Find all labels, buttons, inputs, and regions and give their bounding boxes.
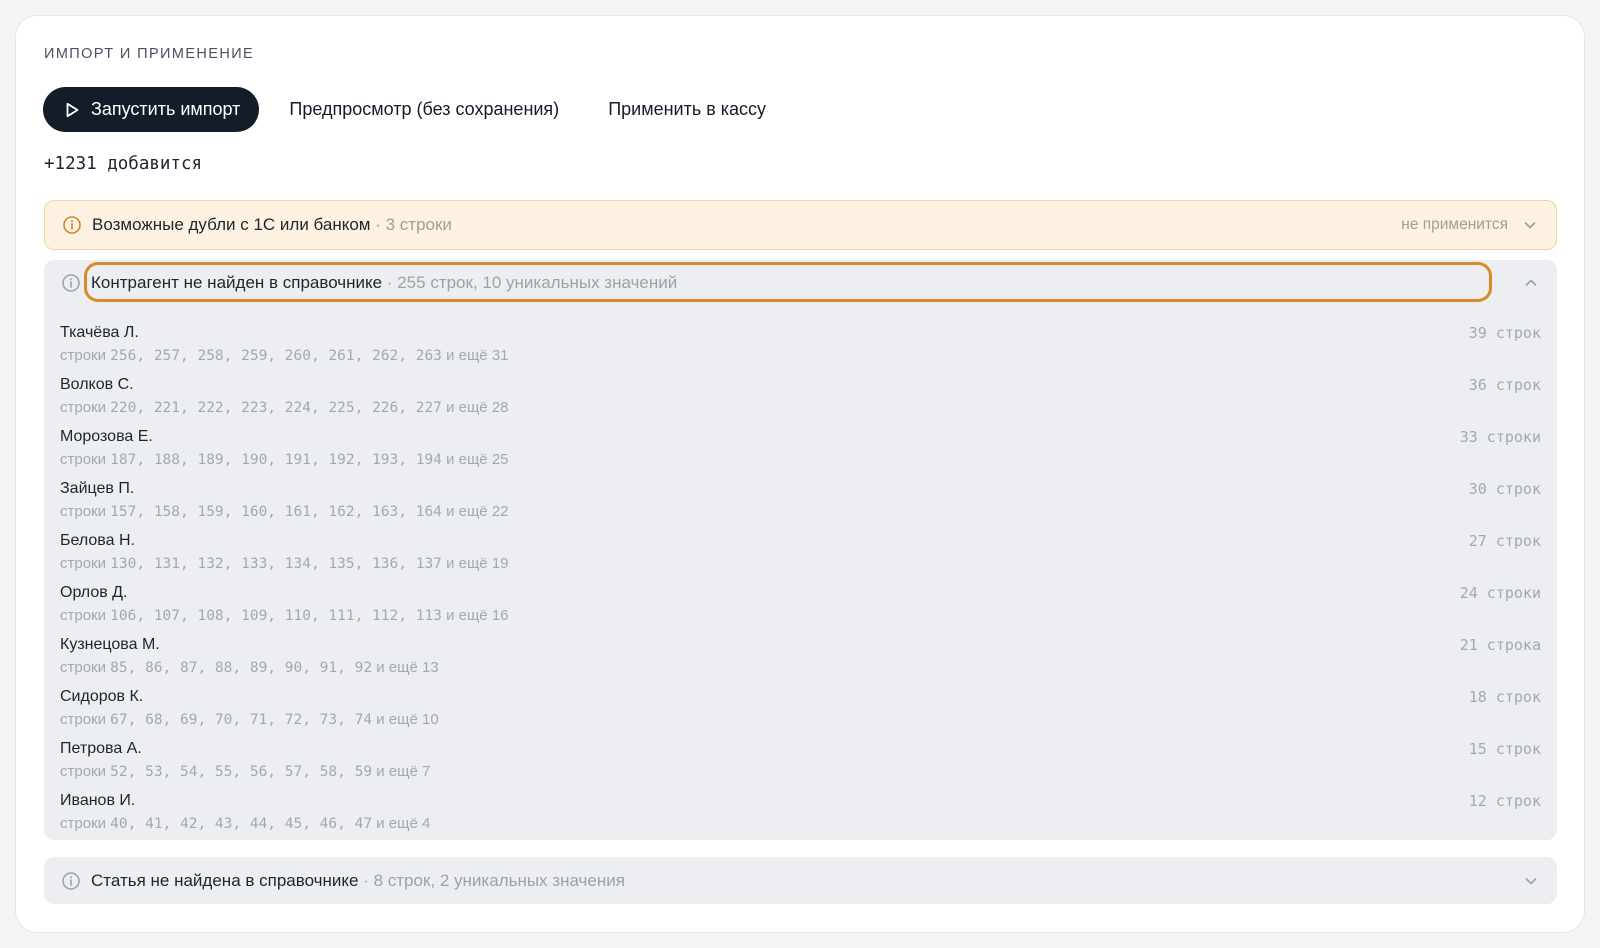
duplicates-group[interactable]: Возможные дубли с 1С или банком · 3 стро…	[44, 200, 1557, 250]
info-icon	[61, 871, 81, 891]
duplicates-group-title: Возможные дубли с 1С или банком · 3 стро…	[92, 215, 452, 234]
counterparty-name: Волков С.	[60, 376, 134, 393]
counterparty-group: Контрагент не найден в справочнике · 255…	[44, 260, 1557, 840]
counterparty-name: Белова Н.	[60, 532, 135, 549]
row-count: 24 строки	[1459, 584, 1541, 602]
duplicates-group-meta: · 3 строки	[370, 215, 452, 234]
counterparty-rows: Ткачёва Л. строки 256, 257, 258, 259, 26…	[44, 324, 1557, 844]
counterparty-name: Кузнецова М.	[60, 636, 160, 653]
counterparty-name: Орлов Д.	[60, 584, 128, 601]
counterparty-name: Зайцев П.	[60, 480, 135, 497]
row-references: строки 187, 188, 189, 190, 191, 192, 193…	[60, 451, 509, 468]
list-item: Орлов Д. строки 106, 107, 108, 109, 110,…	[44, 584, 1557, 636]
duplicates-status: не применится	[1401, 216, 1508, 233]
duplicates-group-header[interactable]: Возможные дубли с 1С или банком · 3 стро…	[45, 201, 1556, 249]
counterparty-name: Петрова А.	[60, 740, 142, 757]
counterparty-name: Иванов И.	[60, 792, 136, 809]
row-references: строки 67, 68, 69, 70, 71, 72, 73, 74 и …	[60, 711, 439, 728]
import-card: ИМПОРТ И ПРИМЕНЕНИЕ Запустить импорт Пре…	[15, 15, 1585, 933]
preview-button[interactable]: Предпросмотр (без сохранения)	[289, 99, 559, 120]
list-item: Волков С. строки 220, 221, 222, 223, 224…	[44, 376, 1557, 428]
toolbar: Запустить импорт Предпросмотр (без сохра…	[43, 87, 766, 132]
section-title: ИМПОРТ И ПРИМЕНЕНИЕ	[44, 46, 255, 62]
warning-info-icon	[62, 215, 82, 235]
info-icon	[61, 273, 81, 293]
run-import-label: Запустить импорт	[91, 99, 241, 119]
row-references: строки 157, 158, 159, 160, 161, 162, 163…	[60, 503, 509, 520]
row-references: строки 85, 86, 87, 88, 89, 90, 91, 92 и …	[60, 659, 439, 676]
row-references: строки 256, 257, 258, 259, 260, 261, 262…	[60, 347, 509, 364]
row-references: строки 40, 41, 42, 43, 44, 45, 46, 47 и …	[60, 815, 431, 832]
chevron-up-icon[interactable]	[1523, 275, 1539, 291]
article-group-title: Статья не найдена в справочнике · 8 стро…	[91, 870, 625, 890]
import-summary: +1231 добавится	[44, 154, 203, 174]
list-item: Белова Н. строки 130, 131, 132, 133, 134…	[44, 532, 1557, 584]
row-count: 15 строк	[1468, 740, 1541, 758]
article-group[interactable]: Статья не найдена в справочнике · 8 стро…	[44, 857, 1557, 904]
list-item: Морозова Е. строки 187, 188, 189, 190, 1…	[44, 428, 1557, 480]
list-item: Кузнецова М. строки 85, 86, 87, 88, 89, …	[44, 636, 1557, 688]
row-references: строки 106, 107, 108, 109, 110, 111, 112…	[60, 607, 509, 624]
row-count: 12 строк	[1468, 792, 1541, 810]
play-icon	[63, 101, 81, 119]
counterparty-group-meta: · 255 строк, 10 уникальных значений	[382, 273, 678, 292]
article-group-meta: · 8 строк, 2 уникальных значения	[358, 870, 625, 890]
chevron-down-icon[interactable]	[1523, 873, 1539, 889]
counterparty-name: Морозова Е.	[60, 428, 153, 445]
row-count: 18 строк	[1468, 688, 1541, 706]
row-count: 39 строк	[1468, 324, 1541, 342]
row-references: строки 130, 131, 132, 133, 134, 135, 136…	[60, 555, 509, 572]
list-item: Сидоров К. строки 67, 68, 69, 70, 71, 72…	[44, 688, 1557, 740]
list-item: Зайцев П. строки 157, 158, 159, 160, 161…	[44, 480, 1557, 532]
row-count: 21 строка	[1459, 636, 1541, 654]
article-group-header[interactable]: Статья не найдена в справочнике · 8 стро…	[44, 857, 1557, 904]
counterparty-group-title: Контрагент не найден в справочнике · 255…	[91, 273, 678, 292]
list-item: Петрова А. строки 52, 53, 54, 55, 56, 57…	[44, 740, 1557, 792]
row-count: 27 строк	[1468, 532, 1541, 550]
list-item: Ткачёва Л. строки 256, 257, 258, 259, 26…	[44, 324, 1557, 376]
list-item: Иванов И. строки 40, 41, 42, 43, 44, 45,…	[44, 792, 1557, 844]
row-references: строки 52, 53, 54, 55, 56, 57, 58, 59 и …	[60, 763, 431, 780]
counterparty-name: Ткачёва Л.	[60, 324, 139, 341]
counterparty-group-header[interactable]: Контрагент не найден в справочнике · 255…	[44, 260, 1557, 306]
run-import-button[interactable]: Запустить импорт	[43, 87, 260, 132]
counterparty-name: Сидоров К.	[60, 688, 144, 705]
row-count: 36 строк	[1468, 376, 1541, 394]
apply-to-cashbox-button[interactable]: Применить в кассу	[608, 99, 766, 120]
row-references: строки 220, 221, 222, 223, 224, 225, 226…	[60, 399, 509, 416]
row-count: 33 строки	[1459, 428, 1541, 446]
row-count: 30 строк	[1468, 480, 1541, 498]
chevron-down-icon[interactable]	[1522, 217, 1538, 233]
